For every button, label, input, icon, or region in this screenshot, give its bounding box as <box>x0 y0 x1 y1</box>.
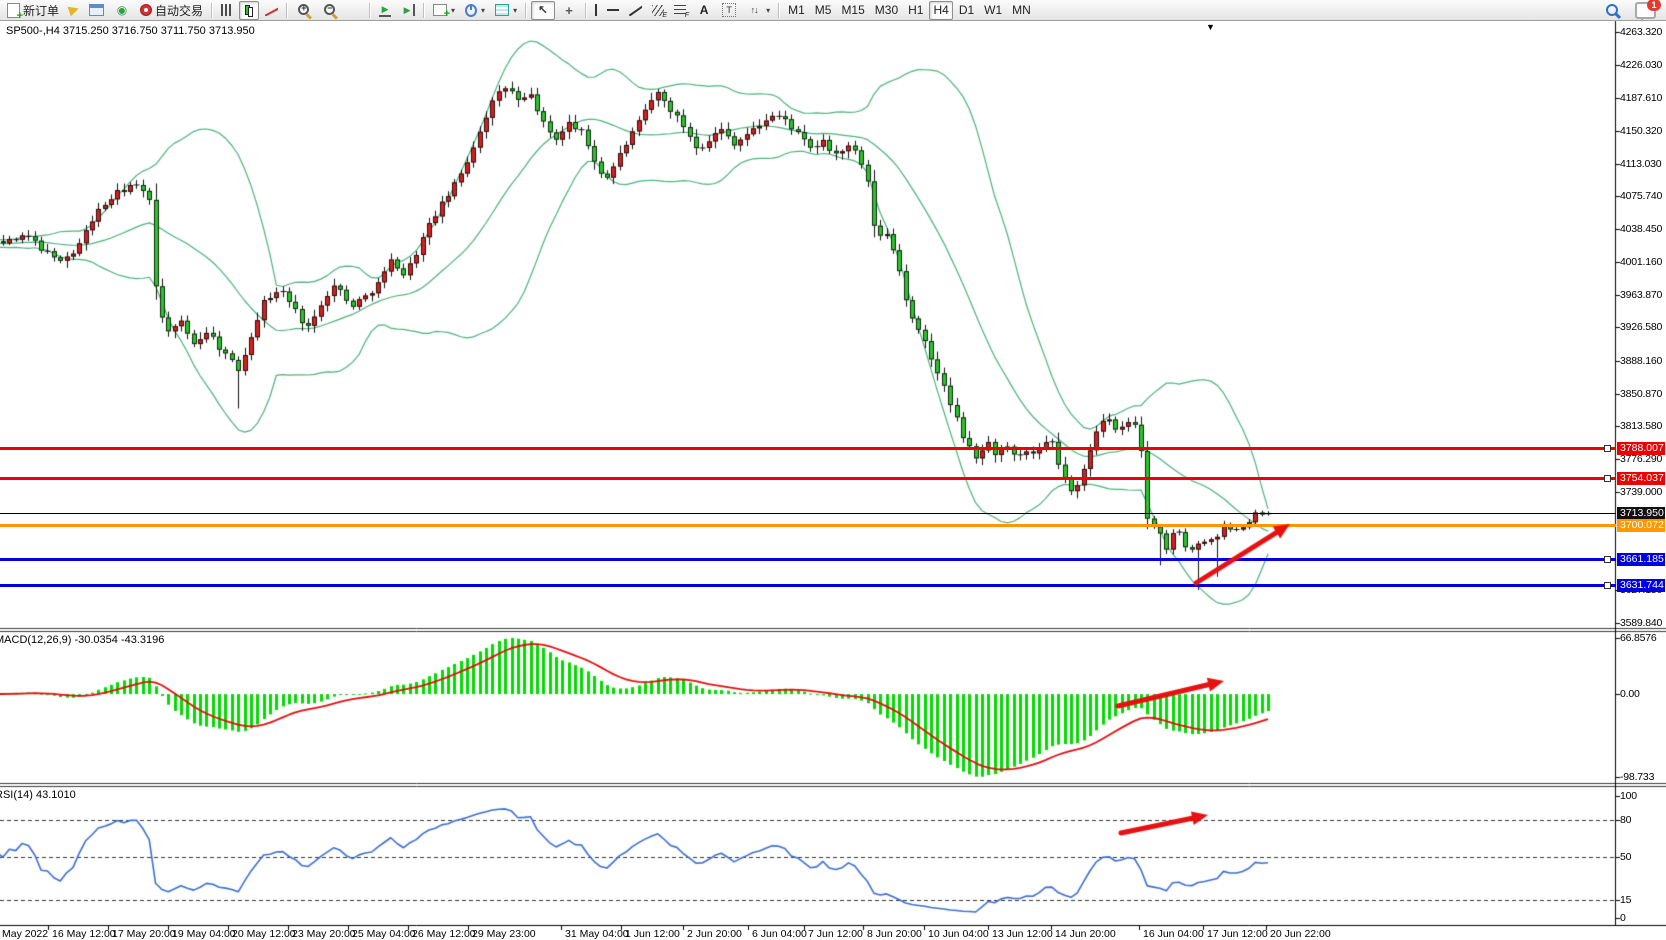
toolbar-right: 1 <box>1604 0 1656 20</box>
tf-m5-button[interactable]: M5 <box>811 1 836 20</box>
vertical-line-tool-button[interactable] <box>591 1 601 20</box>
chart-shift-button[interactable] <box>397 1 419 20</box>
tf-w1-button[interactable]: W1 <box>980 1 1006 20</box>
crosshair-icon: + <box>561 2 577 18</box>
toolbar-separator <box>211 3 213 18</box>
equidistant-channel-tool-button[interactable]: E <box>648 1 668 20</box>
bar-chart-mode-button[interactable] <box>217 1 237 20</box>
text-label-tool-button[interactable]: T <box>718 1 740 20</box>
red-dot-icon <box>140 4 152 16</box>
tf-m15-label: M15 <box>841 3 864 17</box>
search-icon[interactable] <box>1604 2 1621 18</box>
line-handle[interactable] <box>1604 582 1611 589</box>
auto-trading-button[interactable]: 自动交易 <box>136 1 207 20</box>
cursor-icon: ↖ <box>535 2 551 18</box>
auto-trading-label: 自动交易 <box>155 2 203 19</box>
doc-plus-icon <box>7 3 20 18</box>
tiles-icon <box>348 5 361 16</box>
zoom-in-button[interactable]: + <box>292 1 316 20</box>
level-line-3661.185[interactable] <box>0 558 1616 561</box>
new-order-label: 新订单 <box>23 2 59 19</box>
toolbar-separator <box>778 3 780 18</box>
tf-m15-button[interactable]: M15 <box>837 1 868 20</box>
new-order-button[interactable]: 新订单 <box>3 1 63 20</box>
zoom-out-button[interactable]: − <box>318 1 342 20</box>
tf-d1-label: D1 <box>959 3 974 17</box>
toolbar-separator <box>369 3 371 18</box>
line-chart-mode-button[interactable] <box>261 1 282 20</box>
level-line-3631.744[interactable] <box>0 584 1616 587</box>
horizontal-line-tool-button[interactable] <box>603 1 623 20</box>
tf-w1-label: W1 <box>984 3 1002 17</box>
tf-mn-label: MN <box>1012 3 1031 17</box>
express-tool-button[interactable] <box>65 1 83 20</box>
blue-window-icon <box>89 4 104 16</box>
profiles-button[interactable]: ▾ <box>461 1 489 20</box>
line-icon <box>265 5 278 16</box>
tf-m1-button[interactable]: M1 <box>784 1 809 20</box>
clock-icon <box>465 4 477 16</box>
line-handle[interactable] <box>1604 556 1611 563</box>
chevron-down-icon[interactable]: ▾ <box>513 6 517 15</box>
arrows-tool-button[interactable]: ↑↓ ▾ <box>742 1 774 20</box>
text-a-icon: A <box>696 2 712 18</box>
chart-plus-icon <box>433 4 447 16</box>
toolbar-separator <box>286 3 288 18</box>
tf-h4-label: H4 <box>933 3 948 17</box>
zoom-out-icon: − <box>322 2 338 18</box>
level-line-3713.950[interactable] <box>0 513 1616 514</box>
tf-m5-label: M5 <box>815 3 832 17</box>
tline-icon <box>629 5 642 16</box>
tf-mn-button[interactable]: MN <box>1008 1 1035 20</box>
autoscroll-icon <box>379 4 391 17</box>
toolbar-separator <box>585 3 587 18</box>
candles-icon <box>243 4 255 16</box>
tf-m1-label: M1 <box>788 3 805 17</box>
candle-chart-mode-button[interactable] <box>239 1 259 20</box>
trend-line-tool-button[interactable] <box>625 1 646 20</box>
notifications-icon[interactable]: 1 <box>1635 2 1656 19</box>
crosshair-button[interactable]: + <box>557 1 581 20</box>
tile-windows-button[interactable] <box>344 1 365 20</box>
toolbar-separator <box>423 3 425 18</box>
bars-icon <box>221 4 233 16</box>
green-signal-icon: ◉ <box>114 2 130 18</box>
chevron-down-icon[interactable]: ▾ <box>766 6 770 15</box>
channel-e-icon: E <box>652 5 664 16</box>
level-line-3788.007[interactable] <box>0 447 1616 450</box>
templates-button[interactable]: ▾ <box>491 1 521 20</box>
arrows-icon: ↑↓ <box>746 2 762 18</box>
zoom-in-icon: + <box>296 2 312 18</box>
notification-badge: 1 <box>1647 0 1661 11</box>
line-handle[interactable] <box>1604 445 1611 452</box>
hline-icon <box>607 9 619 11</box>
tf-m30-button[interactable]: M30 <box>871 1 902 20</box>
cursor-button[interactable]: ↖ <box>531 1 555 20</box>
vline-icon <box>595 4 597 16</box>
market-window-button[interactable] <box>85 1 108 20</box>
level-line-3700.072[interactable] <box>0 524 1616 527</box>
text-tool-button[interactable]: A <box>692 1 716 20</box>
new-chart-button[interactable]: ▾ <box>429 1 459 20</box>
chevron-down-icon[interactable]: ▾ <box>451 6 455 15</box>
tf-d1-button[interactable]: D1 <box>955 1 978 20</box>
toolbar: 新订单◉自动交易+−▾▾▾↖+EFAT↑↓▾M1M5M15M30H1H4D1W1… <box>0 0 1666 21</box>
tf-h1-button[interactable]: H1 <box>904 1 927 20</box>
shift-icon <box>401 4 415 16</box>
level-line-3754.037[interactable] <box>0 477 1616 480</box>
auto-scroll-button[interactable] <box>375 1 395 20</box>
template-icon <box>495 4 509 16</box>
chevron-down-icon[interactable]: ▾ <box>481 6 485 15</box>
fibonacci-tool-button[interactable]: F <box>670 1 690 20</box>
tf-m30-label: M30 <box>875 3 898 17</box>
fibo-f-icon: F <box>674 5 686 16</box>
tf-h4-button[interactable]: H4 <box>929 1 952 20</box>
signals-button[interactable]: ◉ <box>110 1 134 20</box>
tf-h1-label: H1 <box>908 3 923 17</box>
toolbar-separator <box>525 3 527 18</box>
chart-canvas[interactable] <box>0 0 1666 940</box>
line-handle[interactable] <box>1604 475 1611 482</box>
yellow-arrow-icon <box>68 4 81 17</box>
text-t-icon: T <box>722 3 736 17</box>
